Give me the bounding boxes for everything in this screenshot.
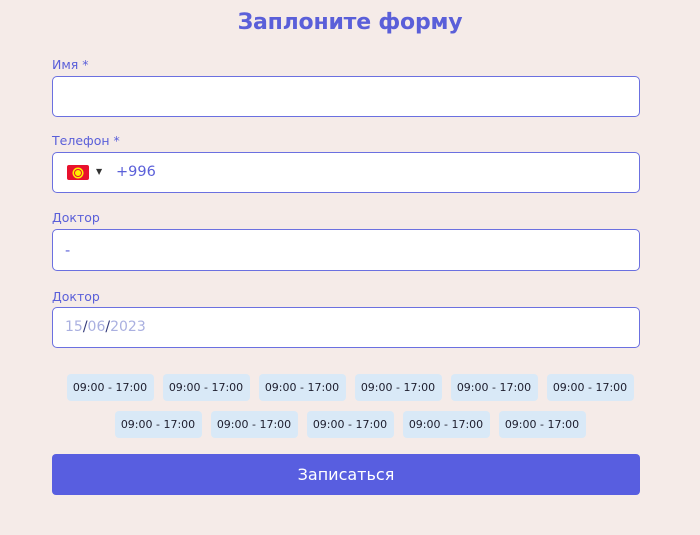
date-year[interactable]: 2023 xyxy=(110,319,146,335)
time-slot-button[interactable]: 09:00 - 17:00 xyxy=(546,374,634,401)
date-label: Доктор xyxy=(52,289,100,304)
flag-sun-icon xyxy=(74,168,82,177)
name-label: Имя * xyxy=(52,57,89,72)
doctor-label: Доктор xyxy=(52,210,100,225)
time-slot-button[interactable]: 09:00 - 17:00 xyxy=(114,411,202,438)
phone-label: Телефон * xyxy=(52,133,120,148)
time-slots-row-2: 09:00 - 17:00 09:00 - 17:00 09:00 - 17:0… xyxy=(0,411,700,438)
date-input-value: 15/06/2023 xyxy=(65,308,146,347)
phone-field: ▼ +996 xyxy=(52,152,640,193)
time-slot-button[interactable]: 09:00 - 17:00 xyxy=(258,374,346,401)
name-input[interactable] xyxy=(52,76,640,117)
time-slot-button[interactable]: 09:00 - 17:00 xyxy=(306,411,394,438)
country-dropdown-caret-icon[interactable]: ▼ xyxy=(96,153,102,192)
date-day[interactable]: 15 xyxy=(65,319,83,335)
time-slot-button[interactable]: 09:00 - 17:00 xyxy=(210,411,298,438)
date-input[interactable]: 15/06/2023 xyxy=(52,307,640,348)
time-slot-button[interactable]: 09:00 - 17:00 xyxy=(450,374,538,401)
time-slot-button[interactable]: 09:00 - 17:00 xyxy=(162,374,250,401)
time-slot-button[interactable]: 09:00 - 17:00 xyxy=(66,374,154,401)
doctor-select[interactable]: - xyxy=(52,229,640,271)
time-slot-button[interactable]: 09:00 - 17:00 xyxy=(402,411,490,438)
phone-input[interactable]: +996 xyxy=(116,153,156,192)
form-title: Заплоните форму xyxy=(237,10,463,35)
time-slot-button[interactable]: 09:00 - 17:00 xyxy=(354,374,442,401)
time-slot-button[interactable]: 09:00 - 17:00 xyxy=(498,411,586,438)
doctor-select-value: - xyxy=(65,243,71,259)
submit-button[interactable]: Записаться xyxy=(52,454,640,495)
kyrgyzstan-flag-icon[interactable] xyxy=(67,165,89,180)
appointment-form: Заплоните форму Имя * Телефон * ▼ +996 Д… xyxy=(0,0,700,535)
time-slots-row-1: 09:00 - 17:00 09:00 - 17:00 09:00 - 17:0… xyxy=(0,374,700,401)
date-month[interactable]: 06 xyxy=(88,319,106,335)
